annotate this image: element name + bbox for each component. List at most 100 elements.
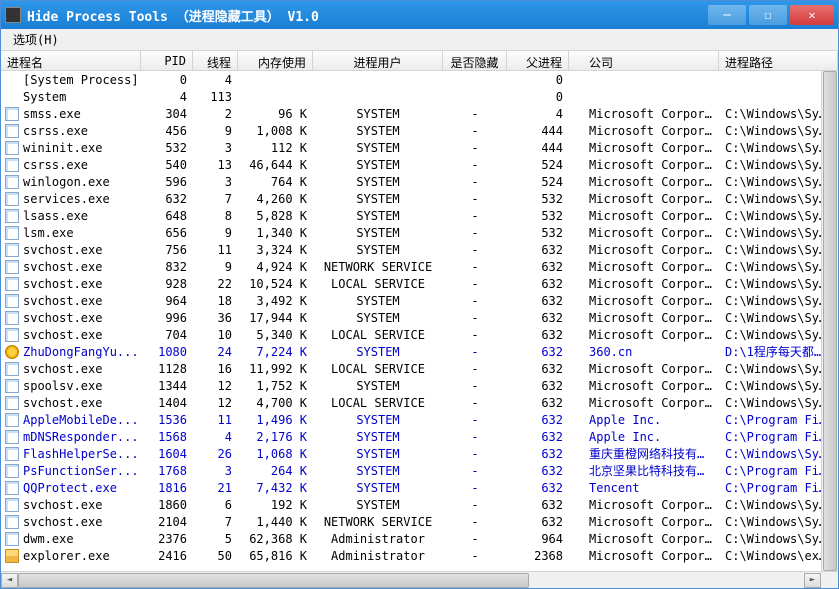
process-company: Microsoft Corporation [569, 191, 719, 207]
table-row[interactable]: svchost.exe704105,340 KLOCAL SERVICE-632… [1, 326, 838, 343]
process-mem: 65,816 K [238, 548, 313, 564]
process-name: lsm.exe [23, 226, 74, 240]
process-icon [5, 481, 19, 495]
process-pid: 532 [141, 140, 193, 156]
table-row[interactable]: services.exe63274,260 KSYSTEM-532Microso… [1, 190, 838, 207]
process-threads: 13 [193, 157, 238, 173]
scroll-left-button[interactable]: ◄ [1, 573, 18, 588]
table-row[interactable]: svchost.exe11281611,992 KLOCAL SERVICE-6… [1, 360, 838, 377]
col-header-hidden[interactable]: 是否隐藏 [443, 51, 507, 70]
process-parent: 2368 [507, 548, 569, 564]
col-header-company[interactable]: 公司 [569, 51, 719, 70]
process-mem: 3,324 K [238, 242, 313, 258]
maximize-button[interactable]: ☐ [749, 5, 787, 25]
process-name: svchost.exe [23, 311, 102, 325]
process-mem: 264 K [238, 463, 313, 479]
process-icon [5, 294, 19, 308]
table-row[interactable]: dwm.exe2376562,368 KAdministrator-964Mic… [1, 530, 838, 547]
scroll-right-button[interactable]: ► [804, 573, 821, 588]
table-row[interactable]: svchost.exe9282210,524 KLOCAL SERVICE-63… [1, 275, 838, 292]
table-row[interactable]: smss.exe304296 KSYSTEM-4Microsoft Corpor… [1, 105, 838, 122]
process-pid: 596 [141, 174, 193, 190]
process-parent: 0 [507, 89, 569, 105]
process-pid: 928 [141, 276, 193, 292]
table-row[interactable]: explorer.exe24165065,816 KAdministrator-… [1, 547, 838, 564]
col-header-parent[interactable]: 父进程 [507, 51, 569, 70]
process-icon [5, 464, 19, 478]
process-parent: 632 [507, 293, 569, 309]
table-row[interactable]: svchost.exe1404124,700 KLOCAL SERVICE-63… [1, 394, 838, 411]
process-hidden [443, 79, 507, 81]
process-pid: 2376 [141, 531, 193, 547]
process-pid: 964 [141, 293, 193, 309]
menu-options[interactable]: 选项(H) [7, 29, 65, 50]
process-name: [System Process] [23, 73, 139, 87]
horizontal-scrollbar-thumb[interactable] [18, 573, 529, 588]
table-row[interactable]: mDNSResponder...156842,176 KSYSTEM-632Ap… [1, 428, 838, 445]
table-row[interactable]: FlashHelperSe...1604261,068 KSYSTEM-632重… [1, 445, 838, 462]
process-hidden: - [443, 344, 507, 360]
table-row[interactable]: svchost.exe210471,440 KNETWORK SERVICE-6… [1, 513, 838, 530]
process-user: SYSTEM [313, 429, 443, 445]
vertical-scrollbar-thumb[interactable] [823, 71, 837, 571]
horizontal-scrollbar[interactable]: ◄ ► [1, 571, 838, 588]
process-user [313, 79, 443, 81]
app-icon [5, 7, 21, 23]
table-row[interactable]: svchost.exe83294,924 KNETWORK SERVICE-63… [1, 258, 838, 275]
process-pid: 632 [141, 191, 193, 207]
process-parent: 632 [507, 480, 569, 496]
col-header-path[interactable]: 进程路径 [719, 51, 838, 70]
table-row[interactable]: lsass.exe64885,828 KSYSTEM-532Microsoft … [1, 207, 838, 224]
table-row[interactable]: PsFunctionSer...17683264 KSYSTEM-632北京坚果… [1, 462, 838, 479]
process-threads: 4 [193, 72, 238, 88]
process-mem: 4,260 K [238, 191, 313, 207]
titlebar[interactable]: Hide Process Tools （进程隐藏工具） V1.0 ─ ☐ ✕ [1, 1, 838, 29]
process-icon [5, 362, 19, 376]
process-name: ZhuDongFangYu... [23, 345, 139, 359]
table-row[interactable]: lsm.exe65691,340 KSYSTEM-532Microsoft Co… [1, 224, 838, 241]
table-row[interactable]: AppleMobileDe...1536111,496 KSYSTEM-632A… [1, 411, 838, 428]
minimize-button[interactable]: ─ [708, 5, 746, 25]
process-name: svchost.exe [23, 328, 102, 342]
process-threads: 4 [193, 429, 238, 445]
col-header-mem[interactable]: 内存使用 [238, 51, 313, 70]
table-row[interactable]: ZhuDongFangYu...1080247,224 KSYSTEM-6323… [1, 343, 838, 360]
table-row[interactable]: svchost.exe9963617,944 KSYSTEM-632Micros… [1, 309, 838, 326]
table-row[interactable]: spoolsv.exe1344121,752 KSYSTEM-632Micros… [1, 377, 838, 394]
process-company: Microsoft Corporation [569, 174, 719, 190]
process-hidden: - [443, 157, 507, 173]
process-threads: 9 [193, 123, 238, 139]
process-hidden: - [443, 242, 507, 258]
col-header-pid[interactable]: PID [141, 51, 193, 70]
process-parent: 964 [507, 531, 569, 547]
table-row[interactable]: svchost.exe756113,324 KSYSTEM-632Microso… [1, 241, 838, 258]
process-parent: 632 [507, 463, 569, 479]
table-row[interactable]: winlogon.exe5963764 KSYSTEM-524Microsoft… [1, 173, 838, 190]
process-name: svchost.exe [23, 515, 102, 529]
process-icon [5, 277, 19, 291]
table-row[interactable]: System41130 [1, 88, 838, 105]
table-row[interactable]: svchost.exe18606192 KSYSTEM-632Microsoft… [1, 496, 838, 513]
table-row[interactable]: csrss.exe45691,008 KSYSTEM-444Microsoft … [1, 122, 838, 139]
process-parent: 632 [507, 446, 569, 462]
process-hidden: - [443, 514, 507, 530]
table-row[interactable]: svchost.exe964183,492 KSYSTEM-632Microso… [1, 292, 838, 309]
process-company: 北京坚果比特科技有限... [569, 461, 719, 480]
process-threads: 2 [193, 106, 238, 122]
close-button[interactable]: ✕ [790, 5, 834, 25]
process-user: SYSTEM [313, 412, 443, 428]
table-row[interactable]: [System Process]040 [1, 71, 838, 88]
col-header-user[interactable]: 进程用户 [313, 51, 443, 70]
col-header-name[interactable]: 进程名 [1, 51, 141, 70]
table-row[interactable]: csrss.exe5401346,644 KSYSTEM-524Microsof… [1, 156, 838, 173]
table-row[interactable]: wininit.exe5323112 KSYSTEM-444Microsoft … [1, 139, 838, 156]
horizontal-scrollbar-track[interactable] [18, 573, 804, 588]
process-mem: 46,644 K [238, 157, 313, 173]
process-pid: 0 [141, 72, 193, 88]
process-parent: 444 [507, 123, 569, 139]
col-header-threads[interactable]: 线程 [193, 51, 238, 70]
vertical-scrollbar[interactable] [821, 71, 838, 571]
process-parent: 632 [507, 344, 569, 360]
table-row[interactable]: QQProtect.exe1816217,432 KSYSTEM-632Tenc… [1, 479, 838, 496]
process-company: Microsoft Corporation [569, 242, 719, 258]
